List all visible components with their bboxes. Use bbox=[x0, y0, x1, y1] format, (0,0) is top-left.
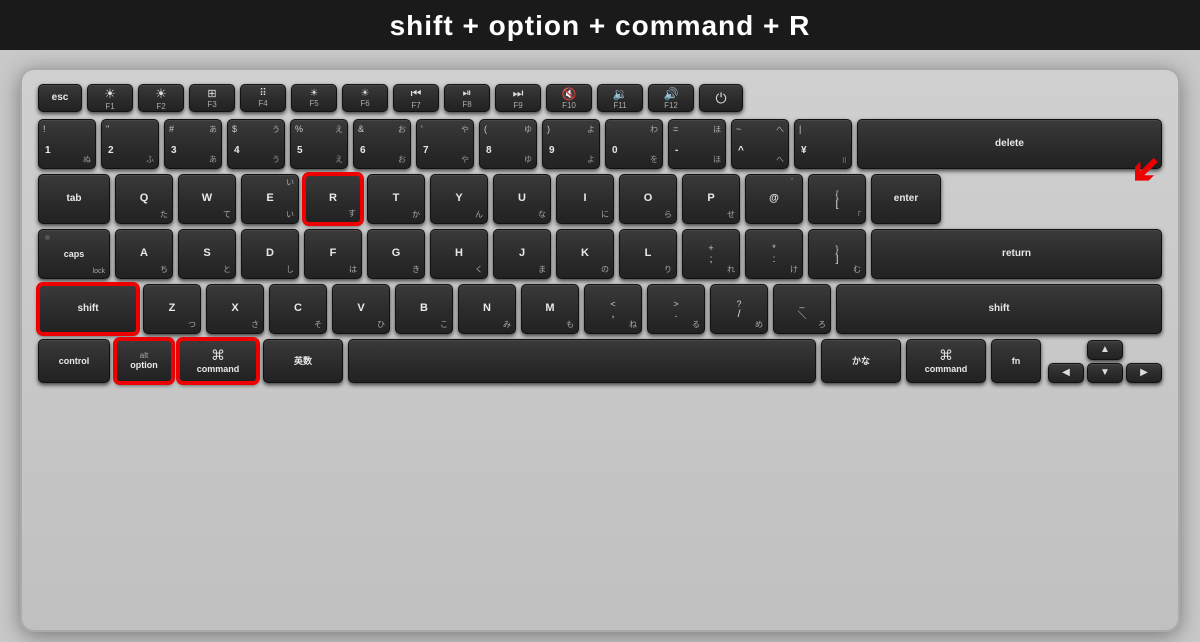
key-eisu[interactable]: 英数 bbox=[263, 339, 343, 383]
key-yen[interactable]: | ¥ ⠿ bbox=[794, 119, 852, 169]
key-f8[interactable]: ⏯ F8 bbox=[444, 84, 490, 112]
key-f2[interactable]: ☀ F2 bbox=[138, 84, 184, 112]
key-1[interactable]: ! 1 ぬ bbox=[38, 119, 96, 169]
key-e[interactable]: E い い bbox=[241, 174, 299, 224]
key-f9[interactable]: ⏭ F9 bbox=[495, 84, 541, 112]
key-j[interactable]: J ま bbox=[493, 229, 551, 279]
key-kana[interactable]: かな bbox=[821, 339, 901, 383]
key-period[interactable]: > . る bbox=[647, 284, 705, 334]
key-m[interactable]: M も bbox=[521, 284, 579, 334]
key-arrow-left[interactable]: ◀ bbox=[1048, 363, 1084, 383]
qwerty-row: tab Q た W て E い い R す T か Y ん U な bbox=[38, 174, 1162, 224]
key-space[interactable] bbox=[348, 339, 816, 383]
key-g[interactable]: G き bbox=[367, 229, 425, 279]
key-shift-left[interactable]: shift bbox=[38, 284, 138, 334]
key-shift-right[interactable]: shift bbox=[836, 284, 1162, 334]
top-bar: shift + option + command + R bbox=[0, 0, 1200, 50]
key-bracket-open[interactable]: { [ 「 bbox=[808, 174, 866, 224]
key-a[interactable]: A ち bbox=[115, 229, 173, 279]
key-command-left[interactable]: ⌘ command bbox=[178, 339, 258, 383]
key-n[interactable]: N み bbox=[458, 284, 516, 334]
key-p[interactable]: P せ bbox=[682, 174, 740, 224]
key-k[interactable]: K の bbox=[556, 229, 614, 279]
key-caret[interactable]: ~へ ^ へ bbox=[731, 119, 789, 169]
key-8[interactable]: (ゆ 8 ゆ bbox=[479, 119, 537, 169]
key-0[interactable]: わ 0 を bbox=[605, 119, 663, 169]
keyboard: esc ☀ F1 ☀ F2 ⊞ F3 ⠿ F4 ☀ F5 ☀ F6 ⏮ F7 bbox=[20, 68, 1180, 632]
key-f5[interactable]: ☀ F5 bbox=[291, 84, 337, 112]
key-3[interactable]: #あ 3 あ bbox=[164, 119, 222, 169]
key-f4[interactable]: ⠿ F4 bbox=[240, 84, 286, 112]
key-option[interactable]: alt option bbox=[115, 339, 173, 383]
key-esc[interactable]: esc bbox=[38, 84, 82, 112]
shortcut-label: shift + option + command + R bbox=[390, 10, 811, 41]
key-l[interactable]: L り bbox=[619, 229, 677, 279]
key-slash[interactable]: ? / め bbox=[710, 284, 768, 334]
key-command-right[interactable]: ⌘ command bbox=[906, 339, 986, 383]
key-w[interactable]: W て bbox=[178, 174, 236, 224]
key-6[interactable]: &お 6 お bbox=[353, 119, 411, 169]
key-colon[interactable]: * : け bbox=[745, 229, 803, 279]
key-z[interactable]: Z つ bbox=[143, 284, 201, 334]
key-fn[interactable]: fn bbox=[991, 339, 1041, 383]
key-y[interactable]: Y ん bbox=[430, 174, 488, 224]
key-v[interactable]: V ひ bbox=[332, 284, 390, 334]
key-7[interactable]: 'や 7 や bbox=[416, 119, 474, 169]
key-f[interactable]: F は bbox=[304, 229, 362, 279]
key-b[interactable]: B こ bbox=[395, 284, 453, 334]
key-control[interactable]: control bbox=[38, 339, 110, 383]
key-arrow-right[interactable]: ▶ bbox=[1126, 363, 1162, 383]
key-9[interactable]: )よ 9 よ bbox=[542, 119, 600, 169]
key-minus[interactable]: =ほ - ほ bbox=[668, 119, 726, 169]
key-t[interactable]: T か bbox=[367, 174, 425, 224]
number-row: ! 1 ぬ " 2 ふ #あ 3 あ $う 4 う %え 5 え &お 6 お bbox=[38, 119, 1162, 169]
arrow-cluster: ▲ ◀ ▼ ▶ bbox=[1048, 340, 1162, 383]
key-delete[interactable]: delete bbox=[857, 119, 1162, 169]
key-f12[interactable]: 🔊 F12 bbox=[648, 84, 694, 112]
key-h[interactable]: H く bbox=[430, 229, 488, 279]
key-at[interactable]: @ ゛ bbox=[745, 174, 803, 224]
key-f10[interactable]: 🔇 F10 bbox=[546, 84, 592, 112]
key-f6[interactable]: ☀ F6 bbox=[342, 84, 388, 112]
key-c[interactable]: C そ bbox=[269, 284, 327, 334]
key-comma[interactable]: < , ね bbox=[584, 284, 642, 334]
key-f11[interactable]: 🔉 F11 bbox=[597, 84, 643, 112]
key-f1[interactable]: ☀ F1 bbox=[87, 84, 133, 112]
key-tab[interactable]: tab bbox=[38, 174, 110, 224]
key-arrow-down[interactable]: ▼ bbox=[1087, 363, 1123, 383]
key-f7[interactable]: ⏮ F7 bbox=[393, 84, 439, 112]
key-bracket-close[interactable]: } ] む bbox=[808, 229, 866, 279]
key-4[interactable]: $う 4 う bbox=[227, 119, 285, 169]
key-caps[interactable]: caps lock bbox=[38, 229, 110, 279]
key-d[interactable]: D し bbox=[241, 229, 299, 279]
key-r[interactable]: R す bbox=[304, 174, 362, 224]
key-f3[interactable]: ⊞ F3 bbox=[189, 84, 235, 112]
key-arrow-up[interactable]: ▲ bbox=[1087, 340, 1123, 360]
key-enter[interactable]: enter bbox=[871, 174, 941, 224]
zxcv-row: shift Z つ X さ C そ V ひ B こ N み M も bbox=[38, 284, 1162, 334]
key-2[interactable]: " 2 ふ bbox=[101, 119, 159, 169]
asdf-row: caps lock A ち S と D し F は G き H く J ま bbox=[38, 229, 1162, 279]
key-i[interactable]: I に bbox=[556, 174, 614, 224]
key-u[interactable]: U な bbox=[493, 174, 551, 224]
key-backslash[interactable]: _ ＼ ろ bbox=[773, 284, 831, 334]
key-5[interactable]: %え 5 え bbox=[290, 119, 348, 169]
key-power[interactable]: ⏻ bbox=[699, 84, 743, 112]
key-q[interactable]: Q た bbox=[115, 174, 173, 224]
key-o[interactable]: O ら bbox=[619, 174, 677, 224]
fn-row: esc ☀ F1 ☀ F2 ⊞ F3 ⠿ F4 ☀ F5 ☀ F6 ⏮ F7 bbox=[38, 84, 1162, 112]
key-s[interactable]: S と bbox=[178, 229, 236, 279]
key-x[interactable]: X さ bbox=[206, 284, 264, 334]
key-return[interactable]: return bbox=[871, 229, 1162, 279]
key-semicolon[interactable]: + ; れ bbox=[682, 229, 740, 279]
bottom-row: control alt option ⌘ command 英数 かな ⌘ com… bbox=[38, 339, 1162, 383]
